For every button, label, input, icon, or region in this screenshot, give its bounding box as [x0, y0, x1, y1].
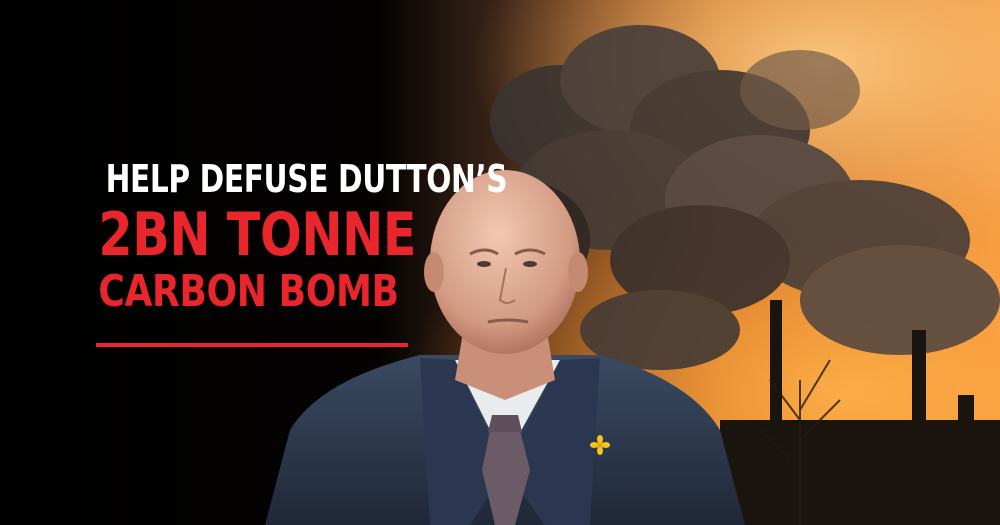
campaign-banner: HELP DEFUSE DUTTON’S 2BN TONNE CARBON BO… — [0, 0, 1000, 525]
headline: HELP DEFUSE DUTTON’S 2BN TONNE CARBON BO… — [66, 156, 508, 318]
headline-line-1: HELP DEFUSE DUTTON’S — [105, 157, 508, 201]
headline-line-3: CARBON BOMB — [98, 266, 399, 317]
headline-line-2: 2BN TONNE — [98, 200, 417, 270]
headline-underline — [96, 343, 408, 347]
